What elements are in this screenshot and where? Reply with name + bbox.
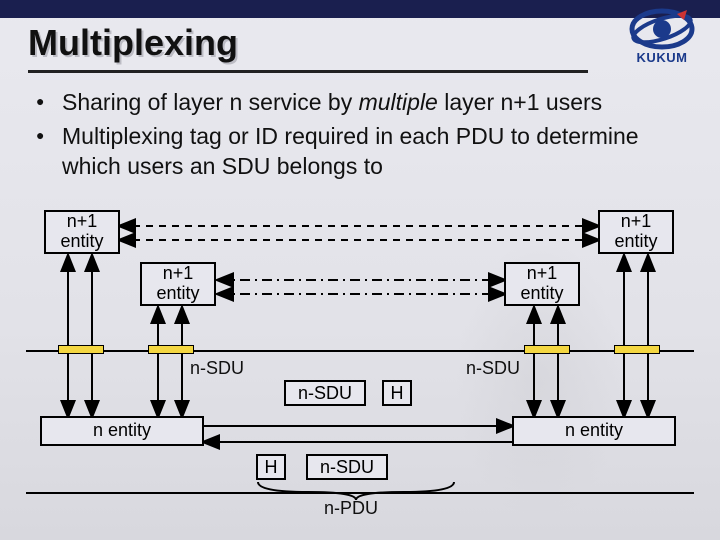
sap-pill: [58, 345, 104, 354]
bullet-text: Multiplexing tag or ID required in each …: [62, 123, 639, 179]
label-pdu: n-PDU: [324, 498, 378, 519]
page-title: Multiplexing: [28, 22, 238, 64]
diagram: n+1 entity n+1 entity n+1 entity n+1 ent…: [26, 210, 694, 520]
logo: KUKUM: [618, 6, 706, 65]
sap-pill: [614, 345, 660, 354]
bullet-item: Sharing of layer n service by multiple l…: [36, 88, 680, 118]
box-sdu-mid: n-SDU: [284, 380, 366, 406]
entity-upper-right-2: n+1 entity: [504, 262, 580, 306]
label-sdu-right: n-SDU: [466, 358, 520, 379]
bullet-text: Sharing of layer n service by multiple l…: [62, 89, 602, 115]
logo-text: KUKUM: [618, 50, 706, 65]
entity-upper-left-1: n+1 entity: [44, 210, 120, 254]
box-h-left: H: [256, 454, 286, 480]
label-sdu-left: n-SDU: [190, 358, 244, 379]
logo-icon: [627, 6, 697, 52]
top-border: [0, 0, 720, 18]
bullet-list: Sharing of layer n service by multiple l…: [36, 88, 680, 186]
entity-lower-left: n entity: [40, 416, 204, 446]
sap-pill: [524, 345, 570, 354]
entity-upper-left-2: n+1 entity: [140, 262, 216, 306]
sap-pill: [148, 345, 194, 354]
box-h-right: H: [382, 380, 412, 406]
entity-upper-right-1: n+1 entity: [598, 210, 674, 254]
box-sdu-bottom: n-SDU: [306, 454, 388, 480]
entity-lower-right: n entity: [512, 416, 676, 446]
bullet-item: Multiplexing tag or ID required in each …: [36, 122, 680, 182]
title-underline: [28, 70, 588, 73]
